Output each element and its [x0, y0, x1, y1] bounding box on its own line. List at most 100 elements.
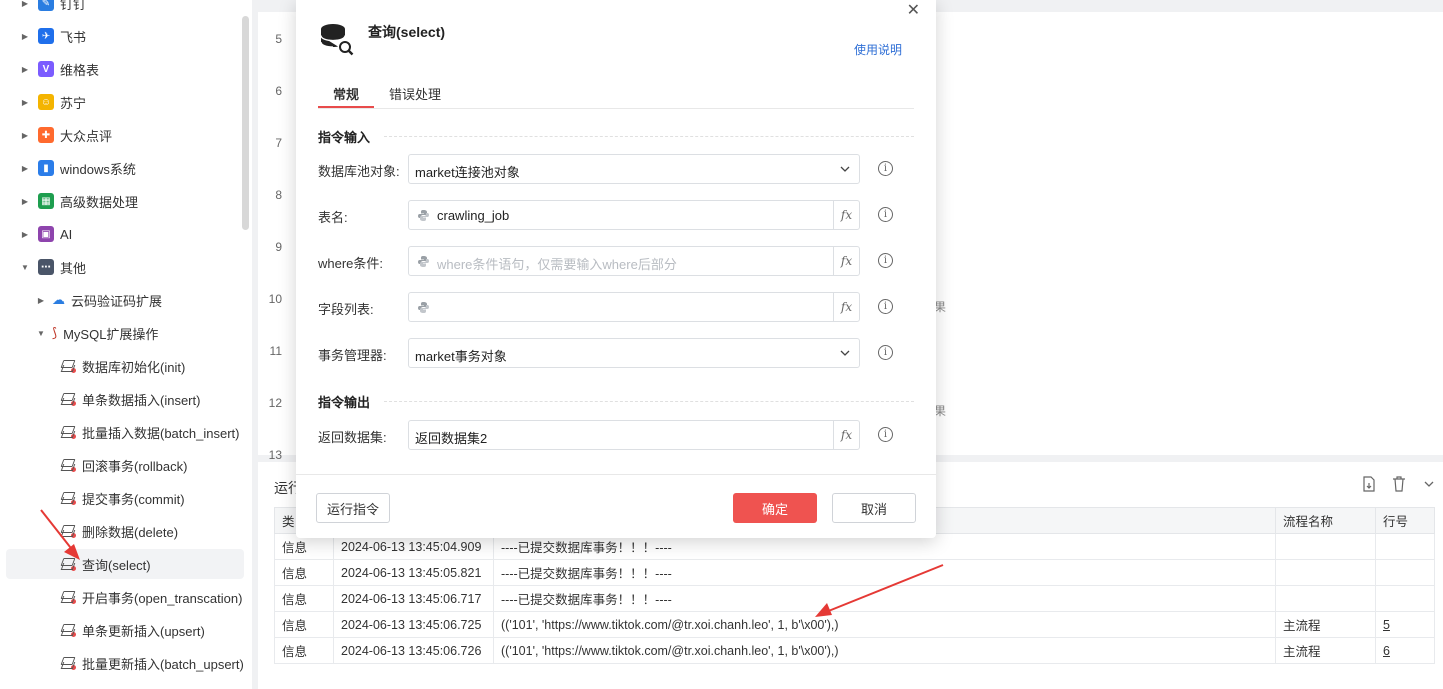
run-command-button[interactable]: 运行指令 [316, 493, 390, 523]
command-item[interactable]: 提交事务(commit) [0, 483, 244, 513]
log-flow: 主流程 [1275, 637, 1376, 664]
log-row[interactable]: 信息 2024-06-13 13:45:06.725 (('101', 'https… [274, 611, 1435, 638]
select-config-dialog: ✕ 查询(select) 使用说明 常规 错误处理 指令输入 数据库池对象: m… [296, 0, 936, 538]
sidebar-item-label: 其他 [60, 260, 87, 276]
log-content: (('101', 'https://www.tiktok.com/@tr.xoi… [493, 611, 1276, 638]
caret-right-icon[interactable]: ▶ [20, 0, 30, 8]
fx-icon[interactable]: fx [833, 247, 859, 275]
sidebar-subitem-label: 云码验证码扩展 [71, 293, 163, 309]
sidebar-item[interactable]: ▶ V 维格表 [0, 54, 244, 84]
log-line[interactable]: 6 [1375, 637, 1435, 664]
command-item[interactable]: 开启事务(open_transcation) [0, 582, 244, 612]
where-placeholder: where条件语句，仅需要输入where后部分 [437, 257, 677, 272]
field-row-result: 返回数据集: 返回数据集2 fx i [318, 420, 914, 450]
command-item[interactable]: 单条更新插入(upsert) [0, 615, 244, 645]
tab-general[interactable]: 常规 [333, 84, 359, 103]
info-icon[interactable]: i [878, 161, 893, 176]
help-link[interactable]: 使用说明 [854, 41, 902, 58]
table-name-input[interactable]: crawling_job fx [408, 200, 860, 230]
caret-right-icon[interactable]: ▶ [20, 98, 30, 107]
log-flow [1275, 533, 1376, 560]
command-item[interactable]: 数据库初始化(init) [0, 351, 244, 381]
command-item[interactable]: 单条数据插入(insert) [0, 384, 244, 414]
column-header-flow[interactable]: 流程名称 [1275, 507, 1376, 534]
section-input-label: 指令输入 [318, 130, 371, 145]
fx-icon[interactable]: fx [833, 421, 859, 449]
log-line[interactable]: 5 [1375, 611, 1435, 638]
sidebar-item[interactable]: ▶ ▮ windows系统 [0, 153, 244, 183]
line-number: 8 [275, 188, 282, 202]
command-item-label: 批量更新插入(batch_upsert) [82, 656, 244, 672]
python-icon [418, 302, 429, 313]
command-item[interactable]: 查询(select) [6, 549, 244, 579]
command-item[interactable]: 回滚事务(rollback) [0, 450, 244, 480]
sidebar-item[interactable]: ▶ ✚ 大众点评 [0, 120, 244, 150]
command-item[interactable]: 批量插入数据(batch_insert) [0, 417, 244, 447]
fx-icon[interactable]: fx [833, 293, 859, 321]
cancel-button[interactable]: 取消 [832, 493, 916, 523]
line-number: 7 [275, 136, 282, 150]
log-row[interactable]: 信息 2024-06-13 13:45:06.717 ----已提交数据库事务！！！… [274, 585, 1435, 612]
caret-down-icon[interactable]: ▼ [20, 263, 30, 272]
caret-right-icon[interactable]: ▶ [20, 32, 30, 41]
sidebar-item-label: windows系统 [60, 161, 136, 177]
tab-error-handling[interactable]: 错误处理 [389, 84, 441, 103]
log-content: (('101', 'https://www.tiktok.com/@tr.xoi… [493, 637, 1276, 664]
caret-right-icon[interactable]: ▶ [20, 65, 30, 74]
chevron-down-icon [840, 166, 850, 172]
field-row-where: where条件: where条件语句，仅需要输入where后部分 fx i [318, 246, 914, 276]
sidebar-subitem[interactable]: ▶ ☁ 云码验证码扩展 [0, 285, 244, 315]
caret-right-icon[interactable]: ▶ [36, 296, 46, 305]
column-header-line[interactable]: 行号 [1375, 507, 1435, 534]
caret-right-icon[interactable]: ▶ [20, 164, 30, 173]
dialog-tabs: 常规 错误处理 [318, 76, 914, 109]
trash-icon[interactable] [1391, 476, 1407, 492]
sidebar-item[interactable]: ▶ ☺ 苏宁 [0, 87, 244, 117]
caret-right-icon[interactable]: ▶ [20, 197, 30, 206]
chevron-down-icon[interactable] [1421, 476, 1437, 492]
info-icon[interactable]: i [878, 253, 893, 268]
result-label: 返回数据集: [318, 430, 387, 445]
result-input[interactable]: 返回数据集2 fx [408, 420, 860, 450]
info-icon[interactable]: i [878, 427, 893, 442]
log-time: 2024-06-13 13:45:06.717 [333, 585, 494, 612]
pool-value: market连接池对象 [415, 165, 520, 180]
command-item[interactable]: 删除数据(delete) [0, 516, 244, 546]
info-icon[interactable]: i [878, 345, 893, 360]
sidebar-item[interactable]: ▼ ⋯ 其他 [0, 252, 244, 282]
caret-right-icon[interactable]: ▶ [20, 131, 30, 140]
log-row[interactable]: 信息 2024-06-13 13:45:06.726 (('101', 'https… [274, 637, 1435, 664]
log-flow [1275, 585, 1376, 612]
sidebar-item-label: 大众点评 [60, 128, 113, 144]
ai-chip-icon: ▣ [38, 226, 54, 242]
line-number: 9 [275, 240, 282, 254]
fx-icon[interactable]: fx [833, 201, 859, 229]
spreadsheet-icon: ▦ [38, 193, 54, 209]
log-toolbar [1361, 476, 1437, 492]
log-row[interactable]: 信息 2024-06-13 13:45:05.821 ----已提交数据库事务！！！… [274, 559, 1435, 586]
command-item-label: 开启事务(open_transcation) [82, 590, 243, 606]
close-icon[interactable]: ✕ [907, 0, 920, 20]
sidebar-item[interactable]: ▶ ✈ 飞书 [0, 21, 244, 51]
where-input[interactable]: where条件语句，仅需要输入where后部分 fx [408, 246, 860, 276]
sidebar-subitem[interactable]: ▼ ⟆ MySQL扩展操作 [0, 318, 244, 348]
sidebar-item[interactable]: ▶ ▦ 高级数据处理 [0, 186, 244, 216]
command-item[interactable]: 批量更新插入(batch_upsert) [0, 648, 244, 678]
caret-right-icon[interactable]: ▶ [20, 230, 30, 239]
columns-label: 字段列表: [318, 302, 374, 317]
pool-select[interactable]: market连接池对象 [408, 154, 860, 184]
transaction-select[interactable]: market事务对象 [408, 338, 860, 368]
log-type: 信息 [274, 637, 334, 664]
info-icon[interactable]: i [878, 299, 893, 314]
info-icon[interactable]: i [878, 207, 893, 222]
command-item-label: 删除数据(delete) [82, 524, 179, 540]
sidebar-item-label: 钉钉 [60, 0, 87, 12]
feishu-icon: ✈ [38, 28, 54, 44]
sidebar-item[interactable]: ▶ ▣ AI [0, 219, 244, 249]
confirm-button[interactable]: 确定 [733, 493, 817, 523]
log-time: 2024-06-13 13:45:06.725 [333, 611, 494, 638]
sidebar-item[interactable]: ▶ ✎ 钉钉 [0, 0, 244, 18]
columns-input[interactable]: fx [408, 292, 860, 322]
caret-down-icon[interactable]: ▼ [36, 329, 46, 338]
export-icon[interactable] [1361, 476, 1377, 492]
